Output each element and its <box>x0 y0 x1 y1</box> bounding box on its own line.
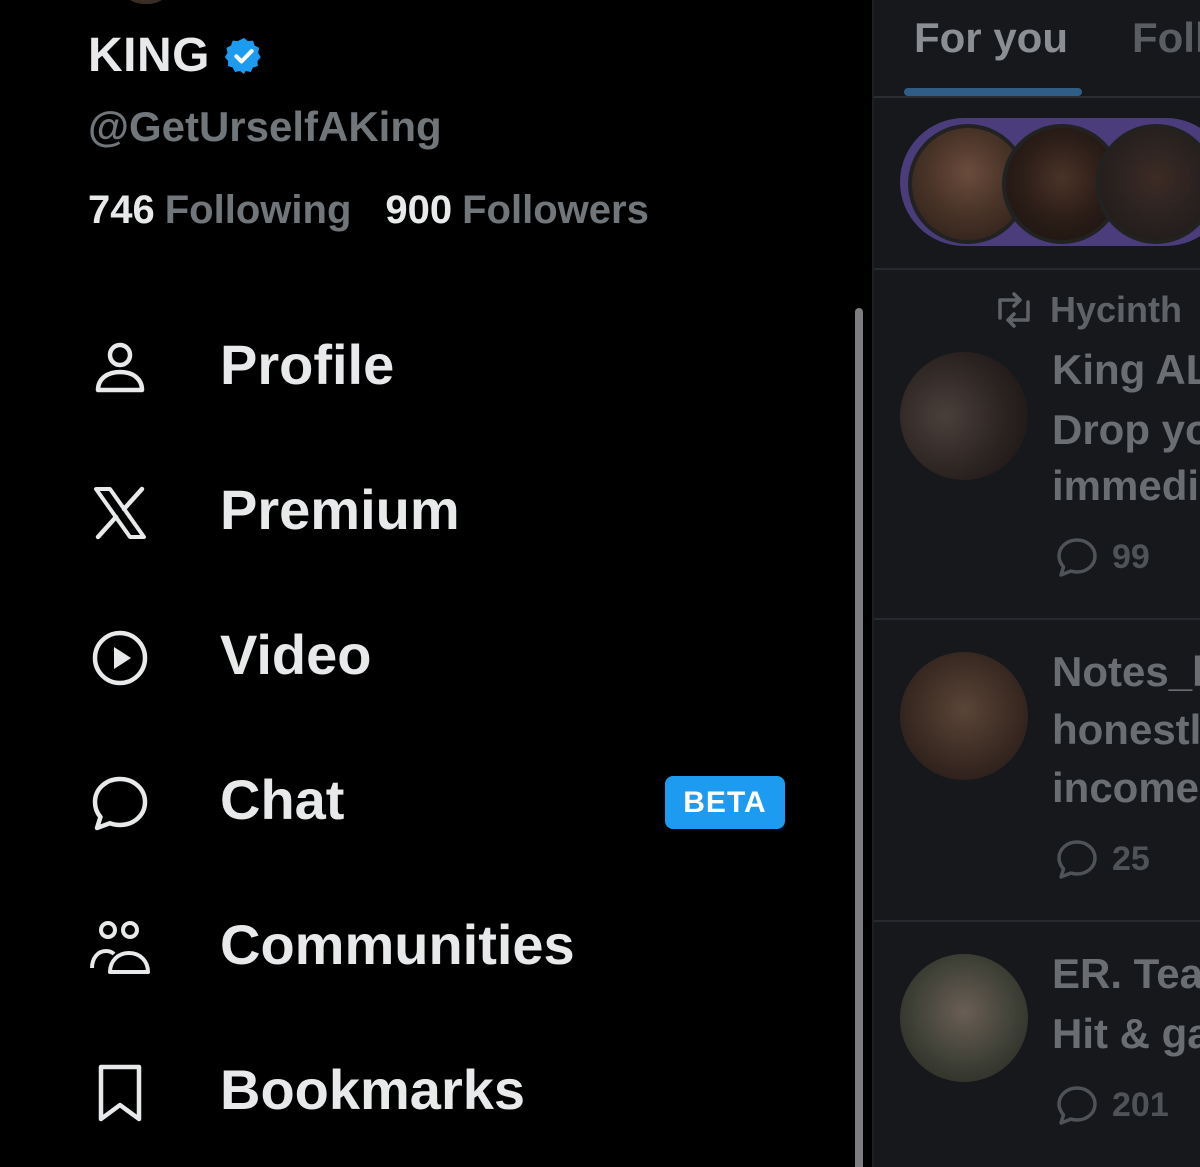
repost-author: Hycinth <box>1050 289 1183 330</box>
followers-label: Followers <box>462 188 649 232</box>
spaces-bar[interactable] <box>900 118 1200 246</box>
menu-label-chat: Chat <box>220 768 345 831</box>
avatar[interactable] <box>900 954 1028 1082</box>
post-author[interactable]: ER. Tea <box>1052 950 1200 998</box>
followers-count: 900 <box>385 188 453 232</box>
divider <box>874 920 1200 922</box>
post-text-line: honestl <box>1052 706 1200 753</box>
drawer-menu: Profile Premium Video Chat Communities B… <box>0 292 860 1162</box>
chat-bubble-icon <box>92 776 148 831</box>
person-icon <box>95 342 145 393</box>
post-author[interactable]: Notes_b <box>1052 648 1200 696</box>
avatar[interactable] <box>118 0 174 4</box>
account-name-row: KING <box>88 28 264 83</box>
x-logo-icon <box>94 486 146 540</box>
reply-button[interactable]: 201 <box>1054 1082 1169 1128</box>
following-label: Following <box>164 188 352 232</box>
communities-icon <box>90 921 150 974</box>
reply-count: 99 <box>1112 537 1150 576</box>
active-tab-indicator <box>904 88 1082 96</box>
menu-label-bookmarks: Bookmarks <box>220 1058 526 1121</box>
followers-link[interactable]: 900 Followers <box>385 188 648 233</box>
side-drawer: KING @GetUrselfAKing 746 Following 900 F… <box>0 0 872 1167</box>
following-link[interactable]: 746 Following <box>88 188 351 233</box>
avatar[interactable] <box>900 652 1028 780</box>
avatar[interactable] <box>900 352 1028 480</box>
menu-label-video: Video <box>220 623 372 686</box>
menu-label-profile: Profile <box>220 333 395 396</box>
timeline-overlay[interactable]: For you Foll Hycinth King AL Drop yo imm… <box>872 0 1200 1167</box>
post-text-line: Hit & ga <box>1052 1010 1200 1057</box>
space-avatar <box>1096 124 1200 244</box>
divider <box>874 268 1200 270</box>
menu-item-premium[interactable]: Premium <box>0 437 860 582</box>
repost-icon <box>998 292 1030 328</box>
post-text-line: immedi <box>1052 462 1200 509</box>
display-name: KING <box>88 29 210 82</box>
reply-icon <box>1057 538 1097 577</box>
reply-button[interactable]: 25 <box>1054 836 1150 882</box>
reply-icon <box>1057 1086 1097 1125</box>
following-count: 746 <box>88 188 155 232</box>
menu-item-video[interactable]: Video <box>0 582 860 727</box>
repost-indicator: Hycinth <box>992 288 1182 332</box>
post-text-line: income <box>1052 764 1200 811</box>
timeline-tabs: For you Foll <box>874 0 1200 98</box>
post-author[interactable]: King AL <box>1052 346 1200 394</box>
play-circle-icon <box>92 630 148 686</box>
reply-icon <box>1057 840 1097 879</box>
verified-badge-icon <box>224 37 261 74</box>
menu-label-premium: Premium <box>220 478 460 541</box>
account-handle: @GetUrselfAKing <box>88 103 442 150</box>
menu-item-communities[interactable]: Communities <box>0 872 860 1017</box>
menu-item-bookmarks[interactable]: Bookmarks <box>0 1017 860 1162</box>
chat-beta-badge: BETA <box>665 776 785 829</box>
tab-for-you[interactable]: For you <box>914 14 1068 62</box>
bookmark-icon <box>98 1064 142 1122</box>
menu-item-profile[interactable]: Profile <box>0 292 860 437</box>
reply-button[interactable]: 99 <box>1054 534 1150 580</box>
post-text-line: Drop yo <box>1052 406 1200 453</box>
tab-following[interactable]: Foll <box>1132 14 1200 62</box>
drawer-scrollbar[interactable] <box>855 308 863 1167</box>
follow-stats: 746 Following 900 Followers <box>88 188 683 233</box>
reply-count: 201 <box>1112 1085 1169 1124</box>
menu-label-communities: Communities <box>220 913 575 976</box>
reply-count: 25 <box>1112 839 1150 878</box>
divider <box>874 618 1200 620</box>
